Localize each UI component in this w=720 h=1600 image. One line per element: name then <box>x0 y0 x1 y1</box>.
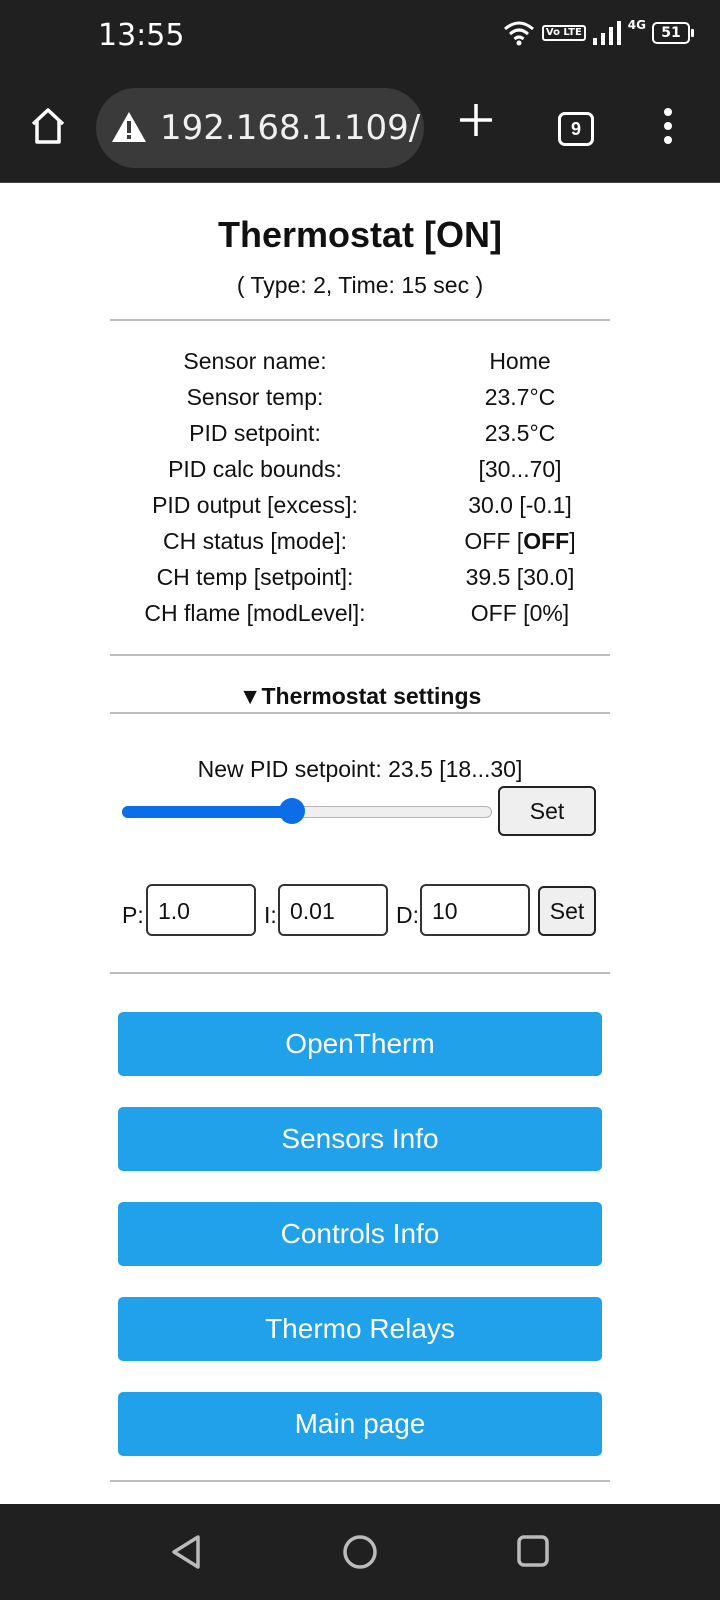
address-bar[interactable]: 192.168.1.109/ <box>96 88 424 168</box>
info-row: PID setpoint: 23.5°C <box>110 420 610 456</box>
divider <box>110 319 610 321</box>
tabs-icon[interactable]: 9 <box>558 112 594 146</box>
info-row: Sensor temp: 23.7°C <box>110 384 610 420</box>
battery-icon: 51 <box>652 22 694 44</box>
info-value: [30...70] <box>478 456 562 482</box>
status-time: 13:55 <box>98 18 185 53</box>
battery-level: 51 <box>652 22 690 44</box>
page-subtitle: ( Type: 2, Time: 15 sec ) <box>236 272 484 298</box>
i-input[interactable]: 0.01 <box>278 884 388 936</box>
back-icon[interactable] <box>170 1534 202 1570</box>
slider-fill <box>122 806 292 818</box>
sensors-info-button[interactable]: Sensors Info <box>118 1107 602 1171</box>
recents-icon[interactable] <box>516 1534 550 1568</box>
controls-info-button[interactable]: Controls Info <box>118 1202 602 1266</box>
info-label: PID calc bounds: <box>168 456 342 482</box>
ch-mode-suffix: ] <box>569 528 576 554</box>
info-value: 23.7°C <box>484 384 556 410</box>
wifi-icon <box>502 20 536 46</box>
plus-icon[interactable] <box>456 100 496 140</box>
info-row: CH temp [setpoint]: 39.5 [30.0] <box>110 564 610 600</box>
volte-icon: Vo LTE <box>541 25 586 41</box>
setpoint-label: New PID setpoint: 23.5 [18...30] <box>197 756 523 782</box>
info-value: OFF [OFF] <box>410 528 630 555</box>
info-label: PID output [excess]: <box>152 492 358 518</box>
network-type-label: 4G <box>627 18 646 32</box>
info-value: 39.5 [30.0] <box>465 564 575 590</box>
signal-icon <box>592 20 622 46</box>
thermostat-settings-toggle[interactable]: ▼Thermostat settings <box>0 683 720 710</box>
info-value: OFF [0%] <box>470 600 570 626</box>
info-row: PID output [excess]: 30.0 [-0.1] <box>110 492 610 528</box>
system-navigation-bar <box>0 1504 720 1600</box>
info-value: Home <box>489 348 551 374</box>
i-label: I: <box>264 902 277 928</box>
p-input[interactable]: 1.0 <box>146 884 256 936</box>
info-row: Sensor name: Home <box>110 348 610 384</box>
setpoint-set-button[interactable]: Set <box>498 786 596 836</box>
info-row: PID calc bounds: [30...70] <box>110 456 610 492</box>
info-row: CH flame [modLevel]: OFF [0%] <box>110 600 610 636</box>
divider <box>110 1480 610 1482</box>
ch-mode-value: OFF <box>523 528 570 554</box>
warning-icon[interactable] <box>110 110 148 149</box>
pid-set-button[interactable]: Set <box>538 886 596 936</box>
status-bar: 13:55 Vo LTE 4G 51 <box>0 0 720 76</box>
p-label: P: <box>122 902 144 928</box>
divider <box>110 654 610 656</box>
url-text[interactable]: 192.168.1.109/ <box>160 108 420 148</box>
opentherm-button[interactable]: OpenTherm <box>118 1012 602 1076</box>
info-row: CH status [mode]: OFF [OFF] <box>110 528 610 564</box>
browser-toolbar: 192.168.1.109/ 9 <box>0 76 720 183</box>
home-icon[interactable] <box>28 106 68 146</box>
info-label: Sensor temp: <box>186 384 324 410</box>
info-label: CH flame [modLevel]: <box>144 600 366 626</box>
home-circle-icon[interactable] <box>342 1534 378 1570</box>
d-input[interactable]: 10 <box>420 884 530 936</box>
info-label: Sensor name: <box>183 348 327 374</box>
divider <box>110 972 610 974</box>
d-label: D: <box>396 902 419 928</box>
info-label: CH status [mode]: <box>162 528 348 554</box>
status-icons: Vo LTE 4G 51 <box>502 18 694 46</box>
menu-icon[interactable] <box>656 106 680 150</box>
main-page-button[interactable]: Main page <box>118 1392 602 1456</box>
setpoint-slider[interactable] <box>122 798 492 824</box>
info-value: 30.0 [-0.1] <box>468 492 572 518</box>
page-content: Thermostat [ON] ( Type: 2, Time: 15 sec … <box>0 184 720 1504</box>
divider <box>110 712 610 714</box>
info-value: 23.5°C <box>484 420 556 446</box>
info-label: CH temp [setpoint]: <box>156 564 354 590</box>
info-label: PID setpoint: <box>189 420 321 446</box>
ch-status-value: OFF [ <box>464 528 524 554</box>
thermo-relays-button[interactable]: Thermo Relays <box>118 1297 602 1361</box>
page-title: Thermostat [ON] <box>217 214 502 255</box>
slider-thumb[interactable] <box>279 798 305 824</box>
